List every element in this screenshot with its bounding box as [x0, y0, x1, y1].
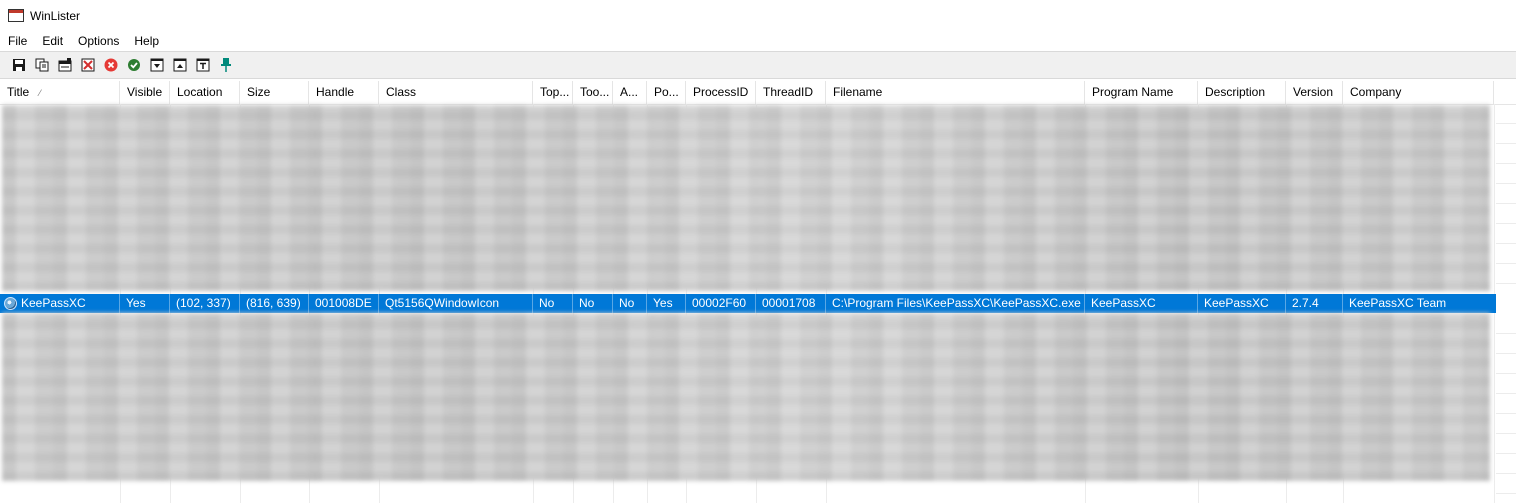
menu-help[interactable]: Help: [126, 31, 166, 51]
cell-location: (102, 337): [170, 294, 240, 313]
column-header-visible[interactable]: Visible: [120, 81, 170, 104]
close-window-icon: [81, 58, 95, 72]
copy-button[interactable]: [33, 56, 51, 74]
toolbar: [0, 51, 1516, 79]
column-header-filename[interactable]: Filename: [826, 81, 1085, 104]
column-header-threadid[interactable]: ThreadID: [756, 81, 826, 104]
cell-toolwindow: No: [573, 294, 613, 313]
window-list[interactable]: Title ⁄ Visible Location Size Handle Clas…: [0, 81, 1516, 503]
window-title: WinLister: [30, 8, 81, 23]
show-button[interactable]: [125, 56, 143, 74]
close-window-button[interactable]: [79, 56, 97, 74]
pin-button[interactable]: [217, 56, 235, 74]
cell-processid: 00002F60: [686, 294, 756, 313]
cell-filename: C:\Program Files\KeePassXC\KeePassXC.exe: [826, 294, 1085, 313]
column-header-topmost[interactable]: Top...: [533, 81, 573, 104]
cell-class: Qt5156QWindowIcon: [379, 294, 533, 313]
maximize-icon: [173, 58, 187, 72]
cell-title: KeePassXC: [0, 294, 120, 313]
menu-file[interactable]: File: [0, 31, 34, 51]
cell-handle: 001008DE: [309, 294, 379, 313]
check-icon: [128, 59, 140, 71]
menu-options[interactable]: Options: [70, 31, 126, 51]
redacted-rows-above: [2, 105, 1490, 291]
column-header-title[interactable]: Title ⁄: [0, 81, 120, 104]
menu-edit[interactable]: Edit: [34, 31, 70, 51]
menu-bar: File Edit Options Help: [0, 31, 1516, 51]
column-header-class[interactable]: Class: [379, 81, 533, 104]
cell-po: Yes: [647, 294, 686, 313]
minimize-button[interactable]: [148, 56, 166, 74]
terminate-button[interactable]: [102, 56, 120, 74]
cell-version: 2.7.4: [1286, 294, 1343, 313]
table-header: Title ⁄ Visible Location Size Handle Clas…: [0, 81, 1516, 105]
save-icon: [13, 59, 25, 71]
always-on-top-button[interactable]: [194, 56, 212, 74]
properties-button[interactable]: [56, 56, 74, 74]
cell-company: KeePassXC Team: [1349, 296, 1447, 310]
winlister-window: WinLister File Edit Options Help Title ⁄…: [0, 0, 1516, 503]
column-header-location[interactable]: Location: [170, 81, 240, 104]
properties-icon: [58, 58, 72, 72]
app-window-icon: [8, 9, 24, 22]
column-header-program-name[interactable]: Program Name: [1085, 81, 1198, 104]
save-button[interactable]: [10, 56, 28, 74]
pin-icon: [221, 58, 231, 72]
minimize-icon: [150, 58, 164, 72]
cell-a: No: [613, 294, 647, 313]
column-header-size[interactable]: Size: [240, 81, 309, 104]
cell-threadid: 00001708: [756, 294, 826, 313]
column-header-company[interactable]: Company: [1343, 81, 1494, 104]
column-header-toolwindow[interactable]: Too...: [573, 81, 613, 104]
keepassxc-app-icon: [4, 297, 17, 310]
cell-size: (816, 639): [240, 294, 309, 313]
cell-program-name: KeePassXC: [1085, 294, 1198, 313]
cell-topmost: No: [533, 294, 573, 313]
column-header-description[interactable]: Description: [1198, 81, 1286, 104]
column-header-version[interactable]: Version: [1286, 81, 1343, 104]
column-title-label: Title: [7, 85, 30, 99]
column-header-a[interactable]: A...: [613, 81, 647, 104]
cell-visible: Yes: [120, 294, 170, 313]
cell-description: KeePassXC: [1198, 294, 1286, 313]
copy-icon: [35, 58, 49, 72]
column-header-processid[interactable]: ProcessID: [686, 81, 756, 104]
cell-title-text: KeePassXC: [21, 296, 86, 310]
table-row-selected[interactable]: KeePassXC Yes (102, 337) (816, 639) 0010…: [0, 294, 1496, 313]
redacted-rows-below: [2, 313, 1490, 481]
column-header-po[interactable]: Po...: [647, 81, 686, 104]
column-header-handle[interactable]: Handle: [309, 81, 379, 104]
sort-ascending-icon: ⁄: [39, 88, 41, 98]
always-on-top-icon: [196, 58, 210, 72]
terminate-icon: [104, 58, 118, 72]
title-bar: WinLister: [0, 0, 1516, 31]
maximize-button[interactable]: [171, 56, 189, 74]
